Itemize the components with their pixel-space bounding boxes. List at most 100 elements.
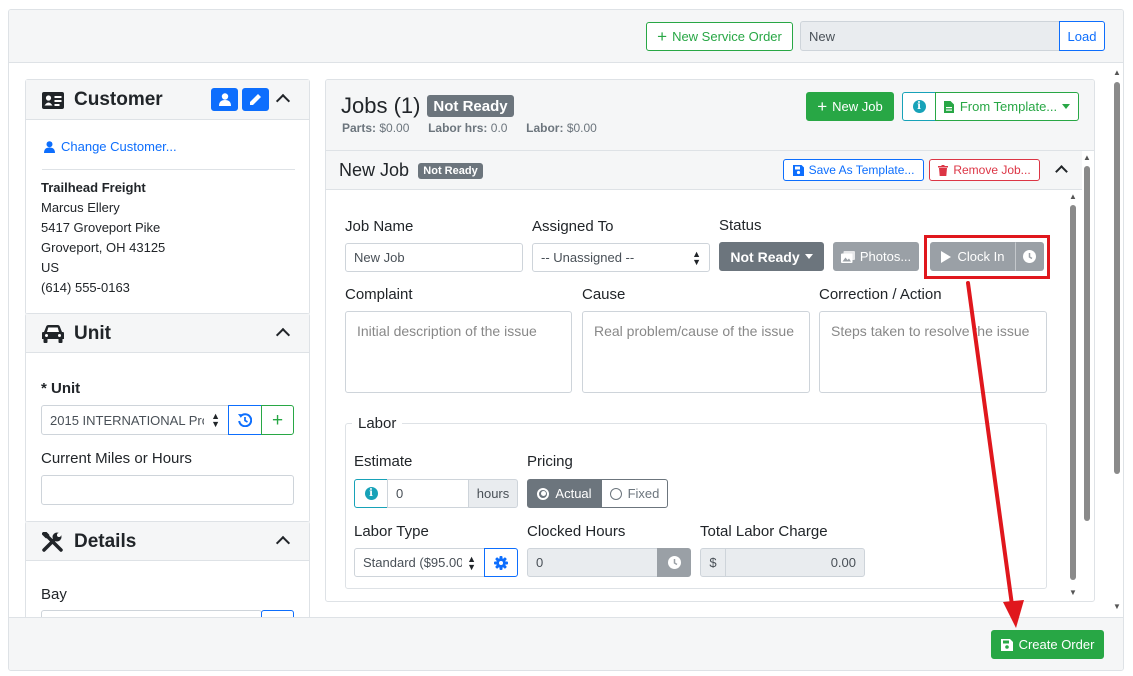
customer-card-header: Customer [26,80,309,120]
clocked-hours-label: Clocked Hours [527,523,626,540]
details-card-header: Details [26,522,309,561]
estimate-input[interactable]: 0 [387,479,469,508]
correction-textarea[interactable]: Steps taken to resolve the issue [819,311,1047,393]
unit-select[interactable]: 2015 INTERNATIONAL Pro ▲ ▼ [41,405,229,435]
status-dropdown[interactable]: Not Ready [719,242,824,271]
collapse-unit-chevron-icon[interactable] [275,327,291,343]
total-labor-charge-input: 0.00 [725,548,865,577]
customer-view-button[interactable] [211,88,238,111]
complaint-textarea[interactable]: Initial description of the issue [345,311,572,393]
jobs-summary: Parts: $0.00 Labor hrs: 0.0 Labor: $0.00 [342,121,597,135]
plus-icon: + [817,97,828,116]
new-service-order-button[interactable]: + New Service Order [646,22,793,51]
file-icon [943,100,954,113]
page-scrollbar-thumb[interactable] [1114,82,1120,474]
unit-history-button[interactable] [228,405,262,435]
clock-history-button[interactable] [1015,242,1044,271]
labor-legend: Labor [352,415,403,432]
pencil-icon [250,94,261,105]
labor-label: Labor: [526,121,564,135]
new-job-button[interactable]: + New Job [806,92,894,121]
add-unit-button[interactable]: + [261,405,294,435]
remove-job-label: Remove Job... [953,163,1031,177]
unit-select-value: 2015 INTERNATIONAL Pro [50,412,204,428]
job-card-header: New Job Not Ready Save As Template... Re… [326,151,1082,190]
images-icon [840,250,855,263]
cause-label: Cause [582,286,626,303]
currency-symbol: $ [709,555,717,570]
from-template-dropdown[interactable]: From Template... [935,92,1079,121]
page-scroll-up-arrow-icon[interactable]: ▲ [1113,68,1121,77]
photos-button[interactable]: Photos... [833,242,919,271]
jobs-scrollbar[interactable]: ▲ [1080,151,1094,601]
save-icon [792,164,804,176]
job-card: New Job Not Ready Save As Template... Re… [326,151,1082,601]
template-info-button[interactable]: i [902,92,936,121]
job-scroll-up-arrow-icon[interactable]: ▲ [1069,192,1077,201]
assigned-to-select[interactable]: -- Unassigned -- ▲ ▼ [532,243,710,272]
change-customer-link[interactable]: Change Customer... [44,139,177,154]
select-updown-icon: ▲ ▼ [692,248,701,267]
save-icon [1000,638,1013,651]
customer-country: US [41,260,60,275]
scrollbar-thumb[interactable] [1084,166,1090,521]
page-scrollbar[interactable]: ▲ ▼ [1110,66,1123,616]
caret-down-icon [1062,104,1071,109]
collapse-details-chevron-icon[interactable] [275,535,291,551]
collapse-customer-chevron-icon[interactable] [275,93,291,109]
miles-label: Current Miles or Hours [41,450,192,467]
details-card: Details Bay [25,521,310,619]
pricing-actual-label: Actual [555,486,592,501]
save-as-template-label: Save As Template... [808,163,915,177]
cause-textarea[interactable]: Real problem/cause of the issue [582,311,810,393]
info-icon: i [912,100,926,113]
page-scroll-down-arrow-icon[interactable]: ▼ [1113,602,1121,611]
clock-icon [1023,250,1036,263]
load-button[interactable]: Load [1059,21,1105,51]
select-updown-icon: ▲ ▼ [467,553,476,572]
customer-edit-button[interactable] [242,88,269,111]
history-icon [238,413,252,427]
collapse-job-chevron-icon[interactable] [1055,165,1068,178]
job-scrollbar-thumb[interactable] [1070,205,1076,580]
id-card-icon [42,92,64,109]
change-customer-label: Change Customer... [61,139,177,154]
clocked-hours-input: 0 [527,548,658,577]
remove-job-button[interactable]: Remove Job... [929,159,1040,181]
bay-label: Bay [41,586,67,603]
clock-icon [667,556,681,569]
estimate-info-button[interactable]: i [354,479,388,508]
top-toolbar: + New Service Order New Load [9,10,1123,63]
clocked-hours-clock-button[interactable] [657,548,691,577]
scroll-up-arrow-icon[interactable]: ▲ [1083,153,1091,162]
user-icon [218,93,231,106]
miles-input[interactable] [41,475,294,505]
labor-type-label: Labor Type [354,523,429,540]
labor-type-select[interactable]: Standard ($95.00 ▲ ▼ [354,548,485,577]
gear-icon [494,555,508,570]
job-name-input[interactable]: New Job [345,243,523,272]
order-number-value: New [809,28,836,44]
unit-card: Unit * Unit 2015 INTERNATIONAL Pro ▲ ▼ + … [25,313,310,523]
clock-in-label: Clock In [957,249,1005,264]
pricing-actual-option[interactable]: Actual [527,479,602,508]
caret-down-icon [804,254,813,259]
job-scroll-down-arrow-icon[interactable]: ▼ [1069,588,1077,597]
job-title: New Job [339,160,410,180]
unit-title: Unit [74,323,111,344]
save-as-template-button[interactable]: Save As Template... [783,159,924,181]
job-name-label: Job Name [345,218,414,235]
clock-in-button[interactable]: Clock In [930,242,1015,271]
customer-company: Trailhead Freight [41,180,146,195]
clocked-hours-value: 0 [536,555,544,570]
total-labor-charge-label: Total Labor Charge [700,523,828,540]
plus-icon: + [271,409,284,431]
customer-phone: (614) 555-0163 [41,280,130,295]
radio-unchecked-icon [609,487,622,500]
status-value: Not Ready [730,248,800,265]
pricing-fixed-option[interactable]: Fixed [601,479,668,508]
order-number-input[interactable]: New [800,21,1060,51]
create-order-button[interactable]: Create Order [991,630,1104,659]
job-scrollbar[interactable]: ▲ ▼ [1066,190,1080,601]
labor-type-settings-button[interactable] [484,548,518,577]
